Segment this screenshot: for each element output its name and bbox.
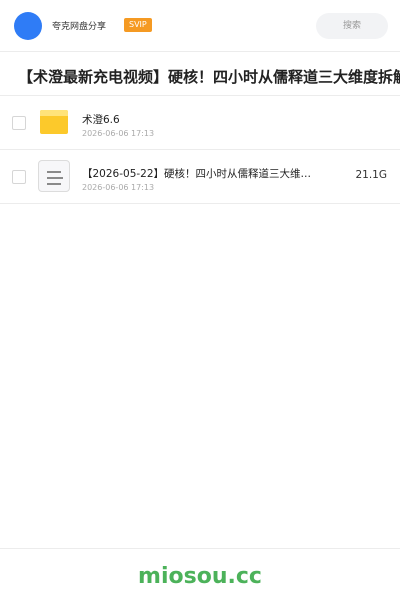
file-date: 2026-06-06 17:13 <box>82 183 155 192</box>
search-button[interactable]: 搜索 <box>316 13 388 39</box>
share-header: 夸克网盘分享 SVIP 搜索 <box>0 0 400 52</box>
folder-icon <box>38 106 70 138</box>
row-checkbox[interactable] <box>12 116 26 130</box>
file-row-document[interactable]: 【2026-05-22】硬核！四小时从儒释道三大维… 2026-06-06 17… <box>0 150 400 204</box>
share-title-bar: 【术澄最新充电视频】硬核！四小时从儒释道三大维度拆解 <box>0 52 400 96</box>
file-name[interactable]: 【2026-05-22】硬核！四小时从儒释道三大维… <box>82 166 318 181</box>
file-size: 21.1G <box>355 169 387 181</box>
file-list: 术澄6.6 2026-06-06 17:13 【2026-05-22】硬核！四小… <box>0 96 400 204</box>
brand-watermark[interactable]: miosou.cc <box>0 564 400 589</box>
file-date: 2026-06-06 17:13 <box>82 129 155 138</box>
file-row-folder[interactable]: 术澄6.6 2026-06-06 17:13 <box>0 96 400 150</box>
row-checkbox[interactable] <box>12 170 26 184</box>
file-name[interactable]: 术澄6.6 <box>82 112 318 127</box>
app-name: 夸克网盘分享 <box>52 22 107 32</box>
svip-badge: SVIP <box>124 18 152 32</box>
avatar[interactable] <box>14 12 42 40</box>
footer: miosou.cc <box>0 548 400 600</box>
document-icon <box>38 160 70 192</box>
page-title: 【术澄最新充电视频】硬核！四小时从儒释道三大维度拆解 <box>18 68 400 86</box>
